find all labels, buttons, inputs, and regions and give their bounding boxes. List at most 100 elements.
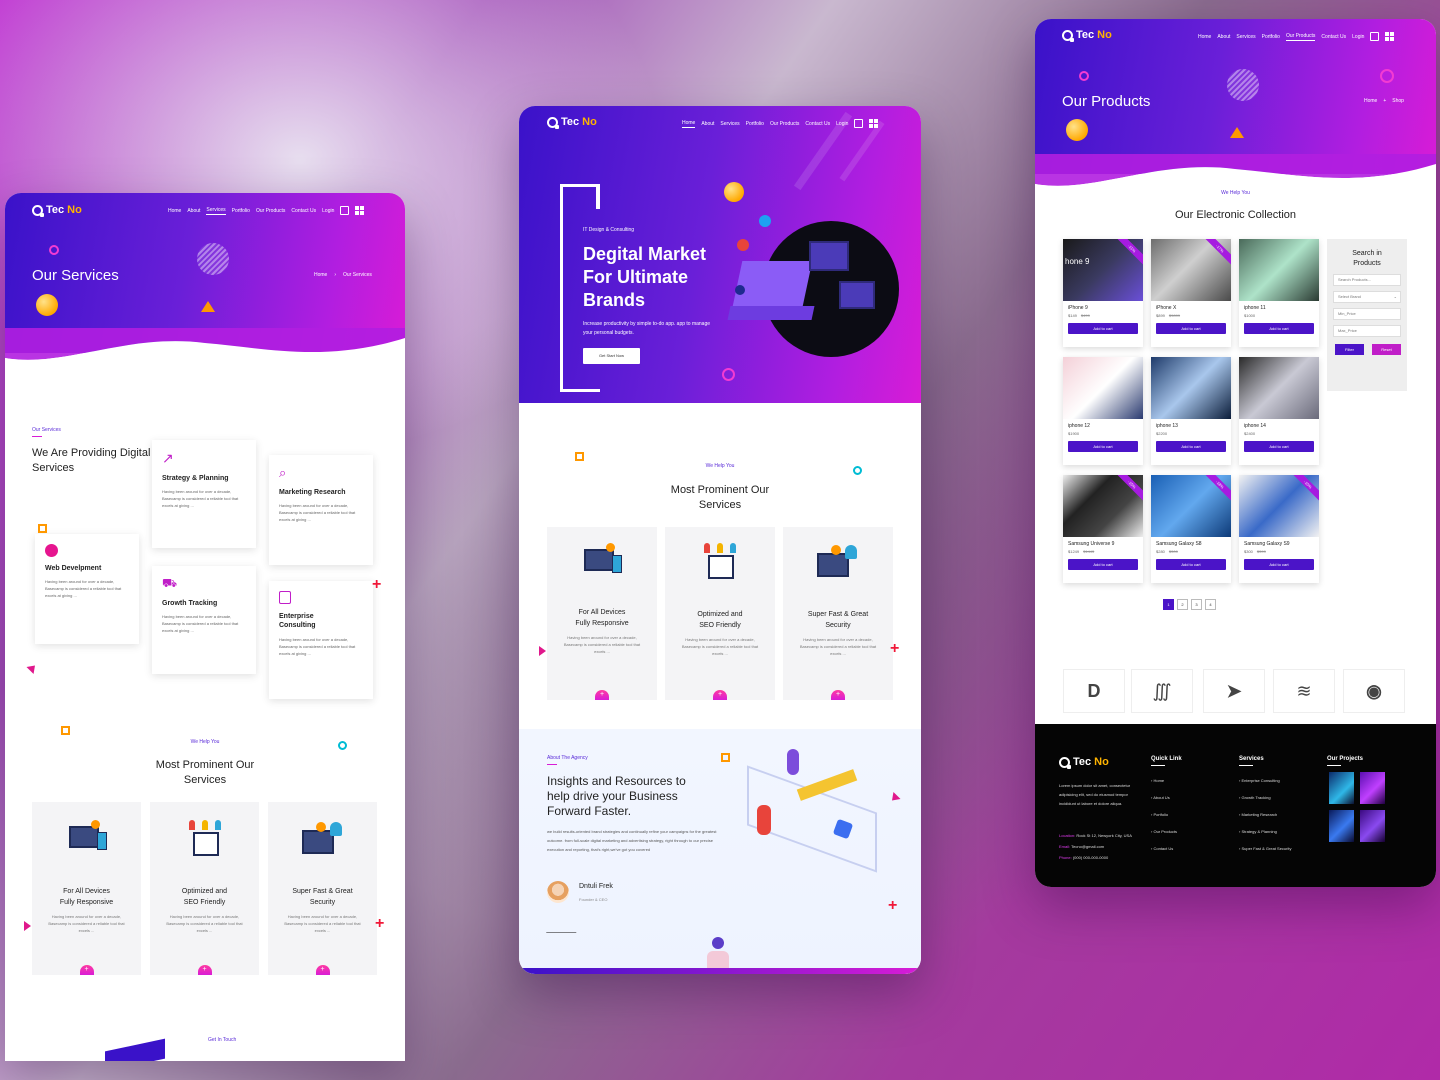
plus-button[interactable]: + [197,965,212,975]
nav-our-products[interactable]: Our Products [256,208,285,214]
add-to-cart-button[interactable]: Add to cart [1068,559,1138,570]
page-4[interactable]: 4 [1205,599,1216,610]
page-1[interactable]: 1 [1163,599,1174,610]
product-card[interactable]: -17% iPhone X $899 $9899 Add to cart [1151,239,1231,347]
nav-portfolio[interactable]: Portfolio [746,121,764,127]
product-image[interactable] [1063,357,1143,419]
nav-contact[interactable]: Contact Us [805,121,830,127]
add-to-cart-button[interactable]: Add to cart [1068,441,1138,452]
footer-link[interactable]: › About Us [1151,789,1182,806]
product-card[interactable]: -10% Samsung Galaxy S9 $300 $399 Add to cart [1239,475,1319,583]
add-to-cart-button[interactable]: Add to cart [1244,323,1314,334]
service-tile-seo[interactable]: Optimized and SEO Friendly Having been a… [150,802,259,975]
phone-value[interactable]: (000) 000-000-0000 [1073,855,1108,860]
get-start-button[interactable]: Get Start Now [583,348,640,364]
footer-link[interactable]: › Marketing Research [1239,806,1291,823]
nav-about[interactable]: About [187,208,200,214]
nav-our-products[interactable]: Our Products [1285,33,1316,41]
product-image[interactable] [1151,357,1231,419]
footer-link[interactable]: › Growth Tracking [1239,789,1291,806]
nav-contact[interactable]: Contact Us [1321,34,1346,40]
add-to-cart-button[interactable]: Add to cart [1156,441,1226,452]
product-card[interactable]: -15% Samsung Universe 9 $1249 $1443 Add to c… [1063,475,1143,583]
add-to-cart-button[interactable]: Add to cart [1156,559,1226,570]
plus-button[interactable]: + [79,965,94,975]
project-thumbnail[interactable] [1360,772,1385,804]
nav-home[interactable]: Home [1198,34,1211,40]
nav-services[interactable]: Services [720,121,739,127]
add-to-cart-button[interactable]: Add to cart [1244,559,1314,570]
grid-menu-icon[interactable] [355,206,365,215]
add-to-cart-button[interactable]: Add to cart [1244,441,1314,452]
service-card-marketing[interactable]: ⌕ Marketing Research Having been around … [269,455,373,565]
service-card-consulting[interactable]: Enterprise Consulting Having been around… [269,581,373,699]
product-image[interactable]: hone 9 -11% [1063,239,1143,301]
footer-link[interactable]: › Our Products [1151,823,1182,840]
grid-menu-icon[interactable] [869,119,879,128]
project-thumbnail[interactable] [1329,810,1354,842]
plus-button[interactable]: + [831,690,845,700]
add-to-cart-button[interactable]: Add to cart [1156,323,1226,334]
cart-icon[interactable] [854,119,864,128]
product-image[interactable]: -18% [1151,475,1231,537]
cart-icon[interactable] [1370,32,1380,41]
plus-button[interactable]: + [713,690,727,700]
nav-login[interactable]: Login [836,121,848,127]
product-card[interactable]: iphone 11 $1000 Add to cart [1239,239,1319,347]
search-products-input[interactable]: Search Products... [1333,274,1401,286]
product-image[interactable] [1239,239,1319,301]
service-tile-responsive[interactable]: For All Devices Fully Responsive Having … [32,802,141,975]
product-image[interactable]: -10% [1239,475,1319,537]
service-tile-seo[interactable]: Optimized and SEO Friendly Having been a… [665,527,775,700]
footer-logo[interactable]: Tec No [1059,756,1109,769]
service-tile-security[interactable]: Super Fast & Great Security Having been … [783,527,893,700]
footer-link[interactable]: › Portfolio [1151,806,1182,823]
filter-button[interactable]: Filter [1335,344,1364,355]
page-3[interactable]: 3 [1191,599,1202,610]
nav-services[interactable]: Services [1236,34,1255,40]
nav-about[interactable]: About [701,121,714,127]
brand-select[interactable]: Select Brand ⌄ [1333,291,1401,303]
nav-home[interactable]: Home [682,120,696,128]
nav-contact[interactable]: Contact Us [291,208,316,214]
logo[interactable]: Tec No [547,116,597,129]
min-price-input[interactable]: Min_Price [1333,308,1401,320]
product-card[interactable]: -18% Samsung Galaxy S8 $280 $300 Add to cart [1151,475,1231,583]
email-value[interactable]: Tecno@gmail.com [1071,844,1104,849]
footer-link[interactable]: › Enterprise Consulting [1239,772,1291,789]
nav-home[interactable]: Home [168,208,181,214]
product-card[interactable]: iphone 13 $2200 Add to cart [1151,357,1231,465]
breadcrumb-home[interactable]: Home [314,272,327,278]
max-price-input[interactable]: Max_Price [1333,325,1401,337]
breadcrumb-home[interactable]: Home [1364,98,1377,104]
product-card[interactable]: hone 9 -11% iPhone 9 $149 $499 Add to cart [1063,239,1143,347]
project-thumbnail[interactable] [1360,810,1385,842]
nav-portfolio[interactable]: Portfolio [1262,34,1280,40]
logo[interactable]: Tec No [1062,29,1112,42]
nav-about[interactable]: About [1217,34,1230,40]
footer-link[interactable]: › Home [1151,772,1182,789]
product-card[interactable]: iphone 12 $1900 Add to cart [1063,357,1143,465]
project-thumbnail[interactable] [1329,772,1354,804]
logo[interactable]: Tec No [32,204,82,217]
plus-button[interactable]: + [315,965,330,975]
footer-link[interactable]: › Super Fast & Great Security [1239,840,1291,857]
product-image[interactable]: -15% [1063,475,1143,537]
grid-menu-icon[interactable] [1385,32,1395,41]
page-2[interactable]: 2 [1177,599,1188,610]
nav-services[interactable]: Services [206,207,226,215]
reset-button[interactable]: Reset [1372,344,1401,355]
product-card[interactable]: iphone 14 $2400 Add to cart [1239,357,1319,465]
product-image[interactable] [1239,357,1319,419]
service-tile-security[interactable]: Super Fast & Great Security Having been … [268,802,377,975]
footer-link[interactable]: › Contact Us [1151,840,1182,857]
nav-login[interactable]: Login [1352,34,1364,40]
nav-our-products[interactable]: Our Products [770,121,799,127]
service-tile-responsive[interactable]: For All Devices Fully Responsive Having … [547,527,657,700]
plus-button[interactable]: + [595,690,609,700]
service-card-strategy[interactable]: ↗ Strategy & Planning Having been around… [152,440,256,548]
footer-link[interactable]: › Strategy & Planning [1239,823,1291,840]
cart-icon[interactable] [340,206,350,215]
service-card-web[interactable]: Web Develpment Having been around for ov… [35,534,139,644]
nav-portfolio[interactable]: Portfolio [232,208,250,214]
